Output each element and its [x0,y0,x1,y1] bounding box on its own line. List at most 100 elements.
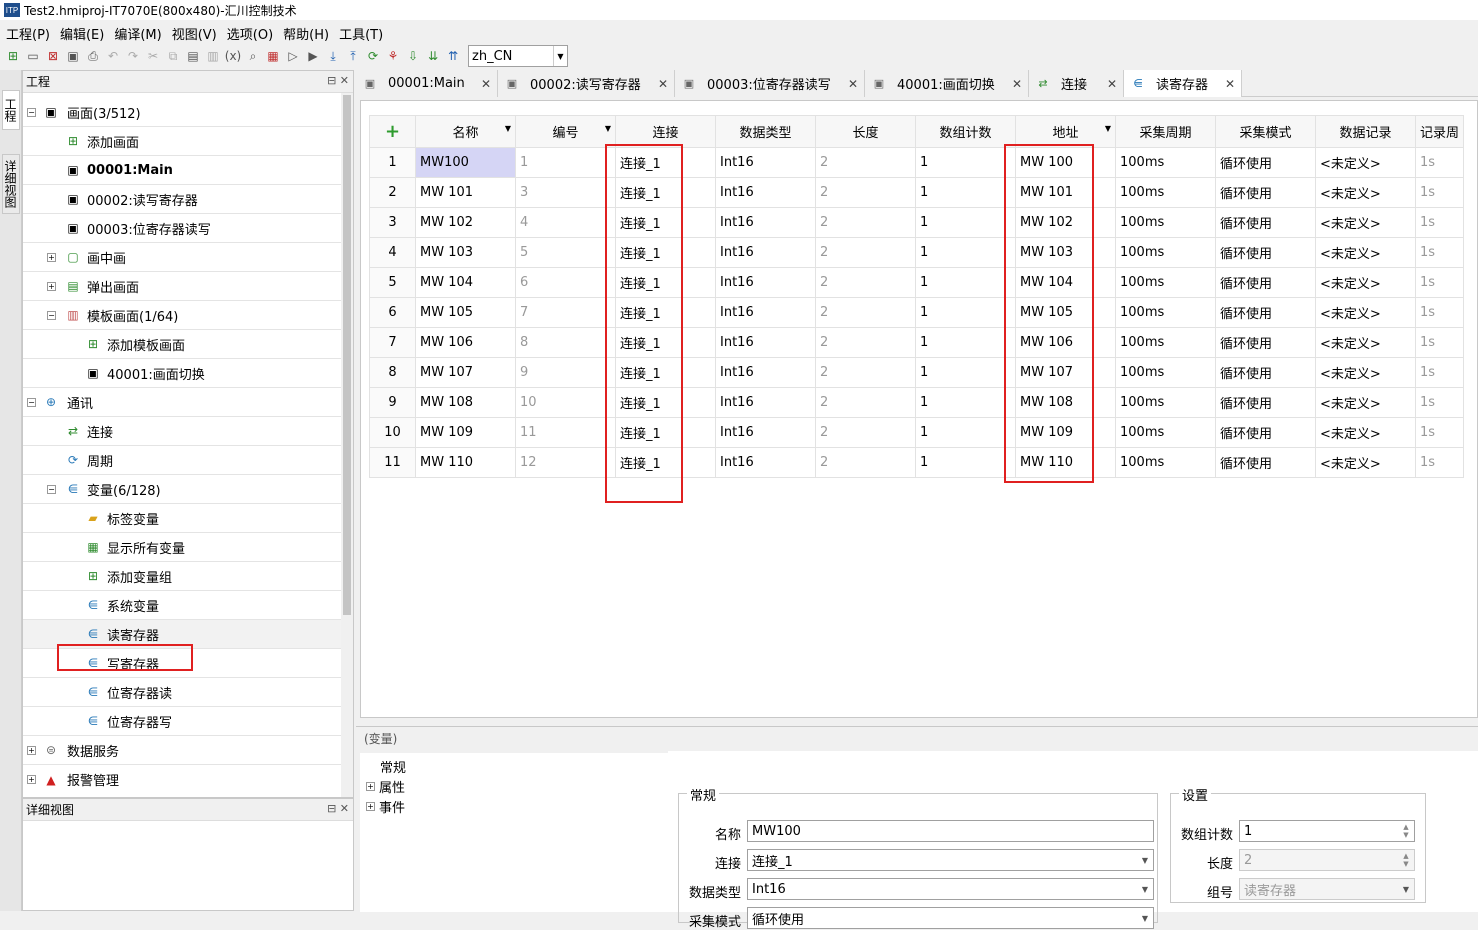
acq-cycle-cell[interactable]: 100ms [1115,207,1216,238]
name-cell[interactable]: MW 105 [415,297,516,328]
tab-main[interactable]: ▣ 00001:Main ✕ [356,70,498,97]
col-acq-mode[interactable]: 采集模式 [1215,115,1316,148]
datatype-cell[interactable]: Int16 [715,237,816,268]
datatype-cell[interactable]: Int16 [715,207,816,238]
data-record-cell[interactable]: <未定义> [1315,147,1416,178]
acq-mode-cell[interactable]: 循环使用 [1215,447,1316,478]
col-data-record[interactable]: 数据记录 [1315,115,1416,148]
tab-connection[interactable]: ⇄ 连接 ✕ [1029,70,1124,97]
length-cell[interactable]: 2 [815,147,916,178]
close-icon[interactable]: ✕ [1225,77,1235,91]
length-cell[interactable]: 2 [815,237,916,268]
language-select[interactable]: zh_CN ▼ [468,45,568,67]
array-count-cell[interactable]: 1 [915,387,1016,418]
download-data-icon[interactable]: ⇊ [424,47,442,65]
tree-item-screens[interactable]: − ▣ 画面(3/512) [23,98,343,127]
acq-cycle-cell[interactable]: 100ms [1115,297,1216,328]
length-cell[interactable]: 2 [815,417,916,448]
length-cell[interactable]: 2 [815,357,916,388]
menu-help[interactable]: 帮助(H) [283,24,329,43]
tree-item-pip[interactable]: + ▢ 画中画 [23,243,343,272]
tree-item-add-screen[interactable]: ⊞ 添加画面 [23,127,343,156]
tree-item-bit-register[interactable]: ▣ 00003:位寄存器读写 [23,214,343,243]
col-acq-cycle[interactable]: 采集周期 [1115,115,1216,148]
col-connection[interactable]: 连接 [615,115,716,148]
menu-compile[interactable]: 编译(M) [114,24,161,43]
tree-item-template[interactable]: − ▥ 模板画面(1/64) [23,301,343,330]
connection-select[interactable]: 连接_1 ▼ [747,849,1154,871]
tab-rw-register[interactable]: ▣ 00002:读写寄存器 ✕ [498,70,675,97]
collapse-icon[interactable]: − [47,310,56,320]
table-row[interactable]: 3 MW 102 4 连接_1 Int16 2 1 MW 102 100ms 循环使用 <未定义> 1… [369,207,1465,238]
expand-icon[interactable]: + [366,802,375,811]
name-cell[interactable]: MW 102 [415,207,516,238]
number-cell[interactable]: 4 [515,207,616,238]
datatype-cell[interactable]: Int16 [715,177,816,208]
name-field[interactable]: MW100 [747,820,1154,842]
data-record-cell[interactable]: <未定义> [1315,207,1416,238]
nav-properties[interactable]: + 属性 [366,777,405,796]
datatype-select[interactable]: Int16 ▼ [747,878,1154,900]
name-cell[interactable]: MW 107 [415,357,516,388]
length-cell[interactable]: 2 [815,297,916,328]
data-record-cell[interactable]: <未定义> [1315,267,1416,298]
array-count-cell[interactable]: 1 [915,267,1016,298]
close-icon[interactable]: ✕ [1012,77,1022,91]
redo-icon[interactable]: ↷ [124,47,142,65]
data-record-cell[interactable]: <未定义> [1315,417,1416,448]
close-icon[interactable]: ✕ [848,77,858,91]
acq-mode-cell[interactable]: 循环使用 [1215,357,1316,388]
record-cycle-cell[interactable]: 1s [1414,387,1465,418]
data-record-cell[interactable]: <未定义> [1315,177,1416,208]
acq-mode-cell[interactable]: 循环使用 [1215,147,1316,178]
record-cycle-cell[interactable]: 1s [1414,417,1465,448]
table-row[interactable]: 4 MW 103 5 连接_1 Int16 2 1 MW 103 100ms 循环使用 <未定义> 1… [369,237,1465,268]
acq-mode-cell[interactable]: 循环使用 [1215,237,1316,268]
tree-item-main[interactable]: ▣ 00001:Main [23,156,343,185]
name-cell[interactable]: MW 108 [415,387,516,418]
download-icon[interactable]: ⤓ [324,47,342,65]
table-row[interactable]: 11 MW 110 12 连接_1 Int16 2 1 MW 110 100ms 循环使用 <未定义… [369,447,1465,478]
number-cell[interactable]: 3 [515,177,616,208]
acq-mode-cell[interactable]: 循环使用 [1215,297,1316,328]
col-length[interactable]: 长度 [815,115,916,148]
array-count-field[interactable]: 1 ▲ ▼ [1239,820,1415,842]
add-row-button[interactable]: + [369,115,416,148]
collapse-icon[interactable]: − [27,397,36,407]
array-count-cell[interactable]: 1 [915,357,1016,388]
name-cell[interactable]: MW 104 [415,267,516,298]
data-record-cell[interactable]: <未定义> [1315,387,1416,418]
datatype-cell[interactable]: Int16 [715,327,816,358]
acq-cycle-cell[interactable]: 100ms [1115,147,1216,178]
collapse-icon[interactable]: − [27,107,36,117]
record-cycle-cell[interactable]: 1s [1414,147,1465,178]
expand-icon[interactable]: + [27,775,36,784]
record-cycle-cell[interactable]: 1s [1414,207,1465,238]
number-cell[interactable]: 8 [515,327,616,358]
menu-project[interactable]: 工程(P) [6,24,50,43]
record-cycle-cell[interactable]: 1s [1414,177,1465,208]
acq-cycle-cell[interactable]: 100ms [1115,387,1216,418]
array-count-cell[interactable]: 1 [915,207,1016,238]
number-cell[interactable]: 1 [515,147,616,178]
menu-view[interactable]: 视图(V) [172,24,217,43]
close-icon[interactable]: ✕ [658,77,668,91]
cut-icon[interactable]: ✂ [144,47,162,65]
panel-buttons[interactable]: ⊟ ✕ [327,802,349,815]
copy-icon[interactable]: ⧉ [164,47,182,65]
tree-item-cycle[interactable]: ⟳ 周期 [23,446,343,475]
simulate-icon[interactable]: ▷ [284,47,302,65]
record-cycle-cell[interactable]: 1s [1414,447,1465,478]
close-icon[interactable]: ✕ [481,77,491,91]
name-cell[interactable]: MW 101 [415,177,516,208]
table-row[interactable]: 10 MW 109 11 连接_1 Int16 2 1 MW 109 100ms 循环使用 <未定义… [369,417,1465,448]
array-count-cell[interactable]: 1 [915,327,1016,358]
acq-cycle-cell[interactable]: 100ms [1115,267,1216,298]
array-count-cell[interactable]: 1 [915,447,1016,478]
tree-item-tag-var[interactable]: ▰ 标签变量 [23,504,343,533]
number-cell[interactable]: 10 [515,387,616,418]
tree-scrollbar[interactable] [341,93,353,797]
col-number[interactable]: 编号 ▼ [515,115,616,148]
tree-item-comm[interactable]: − ⊕ 通讯 [23,388,343,417]
tree-item-alarm[interactable]: + ▲ 报警管理 [23,765,343,794]
